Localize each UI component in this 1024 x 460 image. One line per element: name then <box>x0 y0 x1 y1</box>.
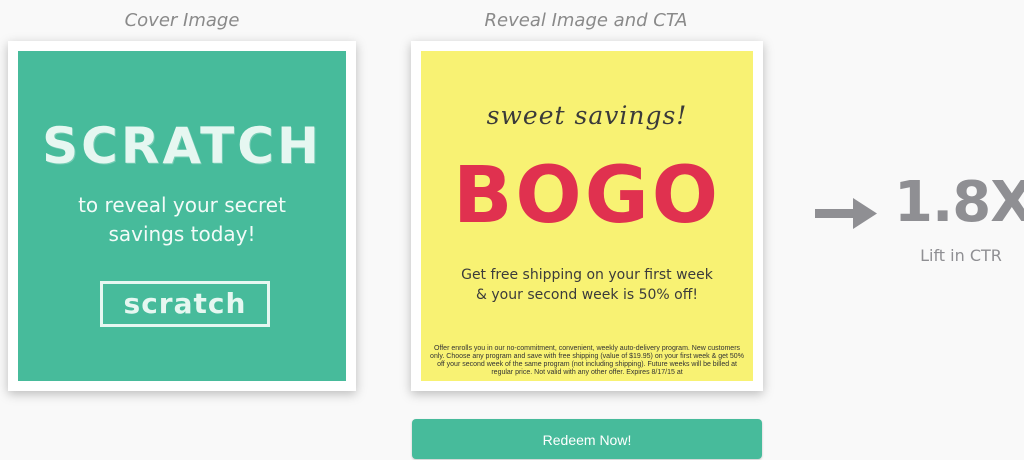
ctr-lift-value: 1.8X <box>894 170 1024 235</box>
cover-subtitle-line1: to reveal your secret <box>78 193 286 217</box>
reveal-tagline: sweet savings! <box>486 101 688 130</box>
reveal-image-card: sweet savings! BOGO Get free shipping on… <box>411 41 763 391</box>
cover-title: SCRATCH <box>42 117 322 175</box>
cover-image-card: SCRATCH to reveal your secret savings to… <box>8 41 356 391</box>
cover-subtitle: to reveal your secret savings today! <box>18 191 346 249</box>
redeem-now-button[interactable]: Redeem Now! <box>412 419 762 459</box>
reveal-offer-line1: Get free shipping on your first week <box>461 267 713 283</box>
reveal-image: sweet savings! BOGO Get free shipping on… <box>421 51 753 381</box>
ctr-lift-label: Lift in CTR <box>920 246 1002 265</box>
scratch-button[interactable]: scratch <box>100 281 270 327</box>
reveal-fine-print: Offer enrolls you in our no-commitment, … <box>430 345 744 376</box>
arrow-right-icon <box>815 198 877 229</box>
reveal-headline: BOGO <box>452 151 722 241</box>
cover-image-caption: Cover Image <box>124 10 240 31</box>
cover-image[interactable]: SCRATCH to reveal your secret savings to… <box>18 51 346 381</box>
reveal-offer-line2: & your second week is 50% off! <box>476 287 698 303</box>
reveal-offer: Get free shipping on your first week & y… <box>421 265 753 305</box>
reveal-image-caption: Reveal Image and CTA <box>484 10 688 31</box>
cover-subtitle-line2: savings today! <box>108 222 256 246</box>
